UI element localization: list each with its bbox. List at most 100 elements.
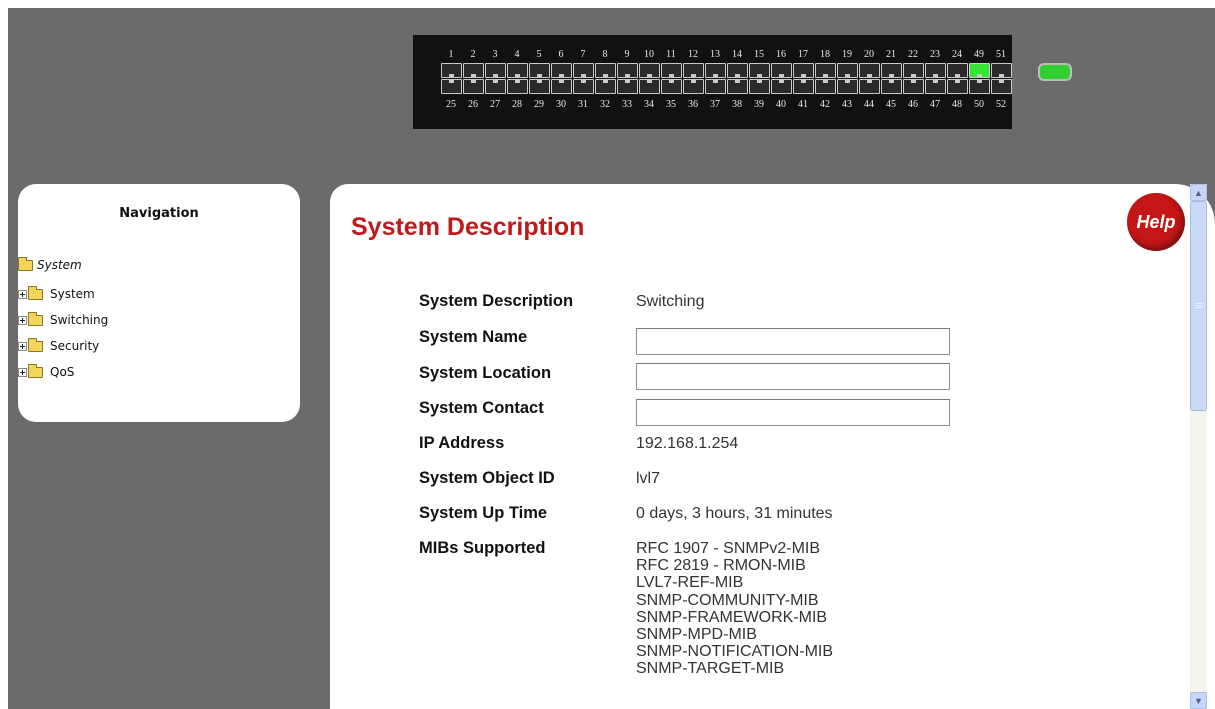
port-32[interactable] [595,79,616,94]
port-46[interactable] [903,79,924,94]
bottom-port-number: 35 [666,99,676,110]
port-29[interactable] [529,79,550,94]
help-button[interactable]: Help [1127,193,1185,251]
bottom-port-number: 32 [600,99,610,110]
port-1[interactable] [441,63,462,78]
ip-address-label: IP Address [419,434,505,452]
system-name-input[interactable] [636,328,950,355]
tree-item-label: Security [50,339,100,353]
port-6[interactable] [551,63,572,78]
port-51[interactable] [991,63,1012,78]
navigation-panel: Navigation System System Switching Secur… [18,184,300,422]
page-title: System Description [351,213,585,241]
top-port-number: 23 [930,49,940,60]
port-47[interactable] [925,79,946,94]
thumb-grip [1195,303,1203,304]
bottom-port-number: 48 [952,99,962,110]
top-port-number: 14 [732,49,742,60]
scroll-down-icon[interactable]: ▼ [1190,692,1207,709]
port-26[interactable] [463,79,484,94]
top-port-row [441,63,1013,78]
plus-expand-icon[interactable] [18,341,27,351]
port-5[interactable] [529,63,550,78]
port-13[interactable] [705,63,726,78]
port-28[interactable] [507,79,528,94]
folder-icon [28,337,43,352]
port-9[interactable] [617,63,638,78]
tree-item-security[interactable]: Security [18,337,100,353]
port-15[interactable] [749,63,770,78]
port-49[interactable] [969,63,990,78]
port-12[interactable] [683,63,704,78]
port-50[interactable] [969,79,990,94]
port-19[interactable] [837,63,858,78]
system-location-input[interactable] [636,363,950,390]
port-35[interactable] [661,79,682,94]
port-43[interactable] [837,79,858,94]
top-port-number: 20 [864,49,874,60]
scrollbar-thumb[interactable] [1190,201,1207,411]
port-27[interactable] [485,79,506,94]
folder-icon [28,285,43,300]
port-24[interactable] [947,63,968,78]
port-45[interactable] [881,79,902,94]
port-21[interactable] [881,63,902,78]
port-16[interactable] [771,63,792,78]
port-4[interactable] [507,63,528,78]
port-52[interactable] [991,79,1012,94]
mib-item: RFC 2819 - RMON-MIB [636,557,806,575]
port-48[interactable] [947,79,968,94]
port-14[interactable] [727,63,748,78]
port-8[interactable] [595,63,616,78]
window-left-border [0,0,8,709]
port-10[interactable] [639,63,660,78]
tree-item-switching[interactable]: Switching [18,311,108,327]
tree-item-qos[interactable]: QoS [18,363,74,379]
port-39[interactable] [749,79,770,94]
top-port-number: 22 [908,49,918,60]
port-31[interactable] [573,79,594,94]
tree-item-system[interactable]: System [18,285,95,301]
tree-root-system[interactable]: System [18,256,82,272]
port-42[interactable] [815,79,836,94]
plus-expand-icon[interactable] [18,289,27,299]
vertical-scrollbar[interactable]: ▲ ▼ [1190,184,1207,709]
top-port-number: 16 [776,49,786,60]
system-contact-input[interactable] [636,399,950,426]
bottom-port-number: 30 [556,99,566,110]
bot-port-row [441,79,1013,94]
port-23[interactable] [925,63,946,78]
port-40[interactable] [771,79,792,94]
port-22[interactable] [903,63,924,78]
port-11[interactable] [661,63,682,78]
port-36[interactable] [683,79,704,94]
port-25[interactable] [441,79,462,94]
top-port-number: 12 [688,49,698,60]
port-38[interactable] [727,79,748,94]
top-port-number: 24 [952,49,962,60]
port-20[interactable] [859,63,880,78]
console-port-icon [1038,63,1072,81]
port-18[interactable] [815,63,836,78]
top-port-number: 5 [536,49,542,60]
bottom-port-number: 41 [798,99,808,110]
port-3[interactable] [485,63,506,78]
port-17[interactable] [793,63,814,78]
port-44[interactable] [859,79,880,94]
help-icon: Help [1136,211,1176,232]
port-34[interactable] [639,79,660,94]
port-37[interactable] [705,79,726,94]
port-33[interactable] [617,79,638,94]
bottom-port-number: 45 [886,99,896,110]
top-port-number: 13 [710,49,720,60]
port-30[interactable] [551,79,572,94]
bottom-port-number: 50 [974,99,984,110]
mibs-list: RFC 1907 - SNMPv2-MIB RFC 2819 - RMON-MI… [636,540,833,678]
scroll-up-icon[interactable]: ▲ [1190,184,1207,201]
port-2[interactable] [463,63,484,78]
port-7[interactable] [573,63,594,78]
bottom-port-number: 27 [490,99,500,110]
port-41[interactable] [793,79,814,94]
plus-expand-icon[interactable] [18,315,27,325]
plus-expand-icon[interactable] [18,367,27,377]
